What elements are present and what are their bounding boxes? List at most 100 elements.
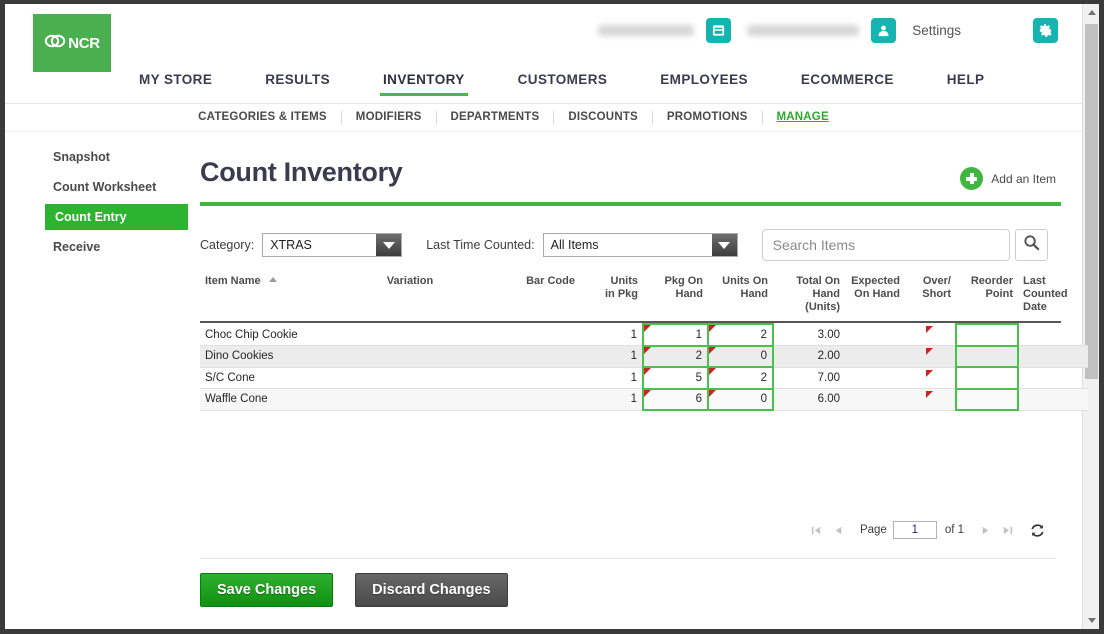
col-units-in-pkg[interactable]: Units in Pkg	[580, 273, 643, 321]
col-total-on-hand-units[interactable]: Total On Hand (Units)	[773, 273, 845, 321]
subnav-item-discounts[interactable]: DISCOUNTS	[554, 111, 653, 124]
col-bar-code[interactable]: Bar Code	[480, 273, 580, 321]
category-select[interactable]: XTRAS	[262, 233, 403, 257]
edited-marker-icon	[926, 391, 933, 398]
page-label: Page	[859, 524, 887, 536]
scroll-up-arrow-icon[interactable]	[1083, 4, 1099, 21]
nav-item-my-store[interactable]: MY STORE	[139, 72, 212, 96]
sidebar-item-count-worksheet[interactable]: Count Worksheet	[5, 174, 195, 200]
table-row[interactable]: Dino Cookies 1 2 0 2.00	[200, 344, 1088, 368]
cell-reorder-point[interactable]	[955, 387, 1019, 411]
col-item-name[interactable]: Item Name	[200, 273, 340, 321]
col-pkg-on-hand-line1: Pkg On	[664, 275, 703, 287]
chevron-down-icon	[711, 234, 737, 256]
table-row[interactable]: S/C Cone 1 5 2 7.00	[200, 366, 1088, 390]
add-item-button[interactable]: Add an Item	[960, 167, 1056, 190]
cell-variation	[340, 324, 480, 346]
ncr-logo-text: NCR	[68, 34, 100, 52]
cell-units-in-pkg: 1	[580, 388, 643, 411]
scroll-down-arrow-icon[interactable]	[1083, 612, 1099, 629]
nav-item-employees[interactable]: EMPLOYEES	[660, 72, 748, 96]
edited-marker-icon	[926, 326, 933, 333]
cell-variation	[340, 388, 480, 411]
subnav-item-modifiers[interactable]: MODIFIERS	[342, 111, 437, 124]
filter-bar: Category: XTRAS Last Time Counted: All I…	[200, 229, 1066, 261]
ncr-logo[interactable]: NCR	[33, 14, 111, 72]
col-expected-on-hand[interactable]: Expected On Hand	[845, 273, 905, 321]
col-reorder-point-line1: Reorder	[970, 275, 1013, 287]
last-time-counted-select[interactable]: All Items	[542, 233, 738, 257]
sidebar-item-receive[interactable]: Receive	[5, 234, 195, 260]
cell-pkg-on-hand[interactable]: 6	[642, 387, 709, 411]
nav-item-customers[interactable]: CUSTOMERS	[518, 72, 608, 96]
cell-reorder-point[interactable]	[955, 366, 1019, 390]
store-icon[interactable]	[706, 17, 732, 43]
col-reorder-point[interactable]: Reorder Point	[956, 273, 1018, 321]
col-bar-code-label: Bar Code	[526, 275, 575, 287]
cell-item-name: Waffle Cone	[200, 388, 340, 411]
cell-bar-code	[480, 324, 580, 346]
page-total-label: of 1	[944, 524, 964, 536]
cell-units-on-hand[interactable]: 2	[707, 323, 774, 347]
cell-reorder-point[interactable]	[955, 323, 1019, 347]
cell-pkg-on-hand[interactable]: 5	[642, 366, 709, 390]
window-frame-right	[1099, 0, 1104, 634]
col-over-short[interactable]: Over/ Short	[905, 273, 956, 321]
cell-pkg-on-hand[interactable]: 2	[642, 344, 709, 368]
cell-expected-on-hand	[845, 324, 905, 346]
col-units-on-hand[interactable]: Units On Hand	[708, 273, 773, 321]
cell-last-counted-date	[1018, 324, 1088, 346]
gear-icon[interactable]	[1033, 17, 1058, 43]
nav-item-inventory[interactable]: INVENTORY	[380, 72, 468, 96]
cell-total-on-hand-units: 2.00	[773, 345, 845, 368]
cell-reorder-point[interactable]	[955, 344, 1019, 368]
sidebar-item-snapshot[interactable]: Snapshot	[5, 144, 195, 170]
col-pkg-on-hand[interactable]: Pkg On Hand	[643, 273, 708, 321]
cell-item-name: Choc Chip Cookie	[200, 324, 340, 346]
cell-units-in-pkg: 1	[580, 367, 643, 389]
search-input[interactable]	[761, 229, 1010, 261]
page-number-input[interactable]	[892, 521, 937, 539]
prev-page-icon[interactable]	[828, 519, 850, 541]
plus-circle-icon	[960, 167, 984, 190]
col-reorder-point-line2: Point	[985, 288, 1014, 300]
cell-total-on-hand-units: 7.00	[773, 367, 845, 389]
cell-units-on-hand[interactable]: 0	[707, 387, 774, 411]
page-content: NCR Settings MY STORE RESULTS INVENTORY …	[5, 4, 1088, 629]
subnav-item-promotions[interactable]: PROMOTIONS	[653, 111, 763, 124]
subnav-item-categories-items[interactable]: CATEGORIES & ITEMS	[184, 111, 342, 124]
cell-units-in-pkg: 1	[580, 345, 643, 368]
cell-total-on-hand-units: 6.00	[773, 388, 845, 411]
table-row[interactable]: Choc Chip Cookie 1 1 2 3.00	[200, 323, 1088, 347]
col-units-in-pkg-line1: Units	[610, 275, 639, 287]
first-page-icon[interactable]	[806, 519, 828, 541]
refresh-icon[interactable]	[1026, 519, 1048, 541]
save-changes-button[interactable]: Save Changes	[200, 573, 334, 607]
next-page-icon[interactable]	[974, 519, 996, 541]
sidebar-item-count-entry[interactable]: Count Entry	[45, 204, 188, 230]
cell-units-on-hand[interactable]: 2	[707, 366, 774, 390]
subnav-item-departments[interactable]: DEPARTMENTS	[437, 111, 555, 124]
nav-item-help[interactable]: HELP	[947, 72, 985, 96]
cell-pkg-on-hand[interactable]: 1	[642, 323, 709, 347]
col-over-short-line2: Short	[922, 288, 951, 300]
last-time-counted-selected-value: All Items	[550, 238, 599, 252]
col-over-short-line1: Over/	[922, 275, 951, 287]
edited-marker-icon	[644, 389, 651, 397]
nav-item-ecommerce[interactable]: ECOMMERCE	[801, 72, 894, 96]
cell-units-on-hand[interactable]: 0	[707, 344, 774, 368]
settings-label[interactable]: Settings	[912, 23, 961, 38]
subnav-item-manage[interactable]: MANAGE	[763, 111, 843, 124]
nav-item-results[interactable]: RESULTS	[265, 72, 330, 96]
page-root: NCR Settings MY STORE RESULTS INVENTORY …	[5, 4, 1099, 629]
discard-changes-button[interactable]: Discard Changes	[355, 573, 508, 607]
last-page-icon[interactable]	[996, 519, 1018, 541]
cell-expected-on-hand	[845, 367, 905, 389]
table-row[interactable]: Waffle Cone 1 6 0 6.00	[200, 387, 1088, 411]
person-icon[interactable]	[871, 17, 897, 43]
col-last-counted-date[interactable]: Last Counted Date	[1018, 273, 1088, 321]
col-units-on-hand-line1: Units On	[722, 275, 768, 287]
col-total-on-hand-line2: Hand (Units)	[805, 288, 840, 313]
col-variation[interactable]: Variation	[340, 273, 480, 321]
search-button[interactable]	[1014, 229, 1048, 261]
